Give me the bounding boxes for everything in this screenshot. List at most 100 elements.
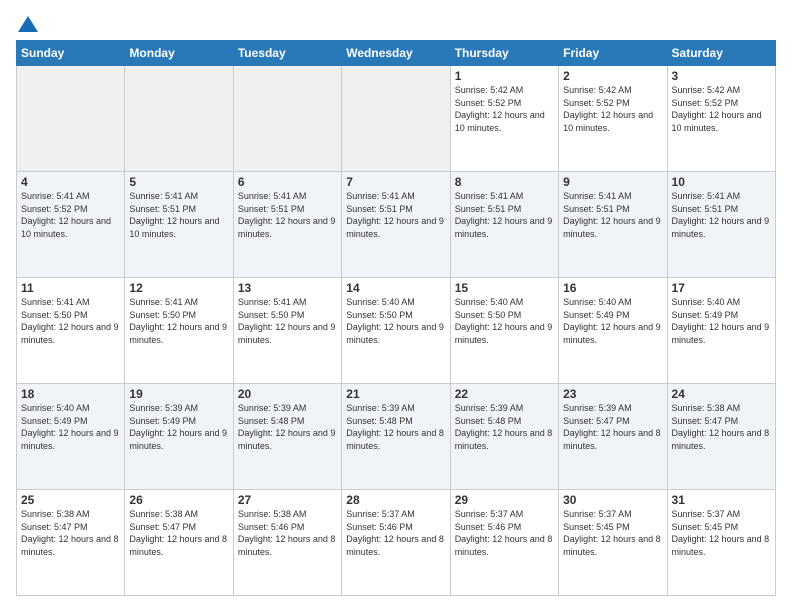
day-number: 30: [563, 493, 662, 507]
calendar-header-friday: Friday: [559, 41, 667, 66]
day-info: Sunrise: 5:40 AM Sunset: 5:49 PM Dayligh…: [21, 402, 120, 452]
day-number: 18: [21, 387, 120, 401]
day-number: 31: [672, 493, 771, 507]
calendar-table: SundayMondayTuesdayWednesdayThursdayFrid…: [16, 40, 776, 596]
day-info: Sunrise: 5:37 AM Sunset: 5:45 PM Dayligh…: [563, 508, 662, 558]
header: [16, 16, 776, 30]
logo: [16, 16, 38, 30]
calendar-cell: 28Sunrise: 5:37 AM Sunset: 5:46 PM Dayli…: [342, 490, 450, 596]
day-info: Sunrise: 5:41 AM Sunset: 5:51 PM Dayligh…: [455, 190, 554, 240]
day-number: 12: [129, 281, 228, 295]
day-number: 7: [346, 175, 445, 189]
calendar-header-thursday: Thursday: [450, 41, 558, 66]
day-number: 26: [129, 493, 228, 507]
day-number: 13: [238, 281, 337, 295]
day-info: Sunrise: 5:41 AM Sunset: 5:52 PM Dayligh…: [21, 190, 120, 240]
calendar-cell: 21Sunrise: 5:39 AM Sunset: 5:48 PM Dayli…: [342, 384, 450, 490]
calendar-cell: 10Sunrise: 5:41 AM Sunset: 5:51 PM Dayli…: [667, 172, 775, 278]
day-number: 29: [455, 493, 554, 507]
calendar-week-row: 11Sunrise: 5:41 AM Sunset: 5:50 PM Dayli…: [17, 278, 776, 384]
day-info: Sunrise: 5:41 AM Sunset: 5:50 PM Dayligh…: [129, 296, 228, 346]
calendar-cell: [342, 66, 450, 172]
calendar-cell: 4Sunrise: 5:41 AM Sunset: 5:52 PM Daylig…: [17, 172, 125, 278]
day-number: 8: [455, 175, 554, 189]
calendar-cell: 11Sunrise: 5:41 AM Sunset: 5:50 PM Dayli…: [17, 278, 125, 384]
day-info: Sunrise: 5:42 AM Sunset: 5:52 PM Dayligh…: [563, 84, 662, 134]
day-info: Sunrise: 5:41 AM Sunset: 5:50 PM Dayligh…: [21, 296, 120, 346]
calendar-cell: 20Sunrise: 5:39 AM Sunset: 5:48 PM Dayli…: [233, 384, 341, 490]
calendar-header-row: SundayMondayTuesdayWednesdayThursdayFrid…: [17, 41, 776, 66]
day-info: Sunrise: 5:42 AM Sunset: 5:52 PM Dayligh…: [672, 84, 771, 134]
day-info: Sunrise: 5:41 AM Sunset: 5:51 PM Dayligh…: [129, 190, 228, 240]
day-info: Sunrise: 5:40 AM Sunset: 5:50 PM Dayligh…: [346, 296, 445, 346]
calendar-cell: 1Sunrise: 5:42 AM Sunset: 5:52 PM Daylig…: [450, 66, 558, 172]
day-number: 6: [238, 175, 337, 189]
day-number: 10: [672, 175, 771, 189]
day-info: Sunrise: 5:39 AM Sunset: 5:48 PM Dayligh…: [346, 402, 445, 452]
calendar-header-sunday: Sunday: [17, 41, 125, 66]
calendar-cell: 23Sunrise: 5:39 AM Sunset: 5:47 PM Dayli…: [559, 384, 667, 490]
calendar-cell: 5Sunrise: 5:41 AM Sunset: 5:51 PM Daylig…: [125, 172, 233, 278]
day-number: 28: [346, 493, 445, 507]
day-info: Sunrise: 5:37 AM Sunset: 5:46 PM Dayligh…: [455, 508, 554, 558]
calendar-cell: [17, 66, 125, 172]
calendar-cell: 31Sunrise: 5:37 AM Sunset: 5:45 PM Dayli…: [667, 490, 775, 596]
calendar-cell: 18Sunrise: 5:40 AM Sunset: 5:49 PM Dayli…: [17, 384, 125, 490]
calendar-cell: 9Sunrise: 5:41 AM Sunset: 5:51 PM Daylig…: [559, 172, 667, 278]
day-info: Sunrise: 5:41 AM Sunset: 5:51 PM Dayligh…: [563, 190, 662, 240]
calendar-week-row: 4Sunrise: 5:41 AM Sunset: 5:52 PM Daylig…: [17, 172, 776, 278]
calendar-cell: 19Sunrise: 5:39 AM Sunset: 5:49 PM Dayli…: [125, 384, 233, 490]
day-number: 21: [346, 387, 445, 401]
calendar-cell: 25Sunrise: 5:38 AM Sunset: 5:47 PM Dayli…: [17, 490, 125, 596]
day-number: 1: [455, 69, 554, 83]
calendar-cell: 8Sunrise: 5:41 AM Sunset: 5:51 PM Daylig…: [450, 172, 558, 278]
day-number: 3: [672, 69, 771, 83]
day-info: Sunrise: 5:40 AM Sunset: 5:49 PM Dayligh…: [563, 296, 662, 346]
day-number: 5: [129, 175, 228, 189]
day-number: 15: [455, 281, 554, 295]
calendar-cell: 29Sunrise: 5:37 AM Sunset: 5:46 PM Dayli…: [450, 490, 558, 596]
calendar-cell: 15Sunrise: 5:40 AM Sunset: 5:50 PM Dayli…: [450, 278, 558, 384]
calendar-cell: 14Sunrise: 5:40 AM Sunset: 5:50 PM Dayli…: [342, 278, 450, 384]
calendar-header-monday: Monday: [125, 41, 233, 66]
day-number: 11: [21, 281, 120, 295]
calendar-cell: 16Sunrise: 5:40 AM Sunset: 5:49 PM Dayli…: [559, 278, 667, 384]
calendar-cell: 17Sunrise: 5:40 AM Sunset: 5:49 PM Dayli…: [667, 278, 775, 384]
calendar-cell: 7Sunrise: 5:41 AM Sunset: 5:51 PM Daylig…: [342, 172, 450, 278]
day-info: Sunrise: 5:39 AM Sunset: 5:47 PM Dayligh…: [563, 402, 662, 452]
day-info: Sunrise: 5:40 AM Sunset: 5:50 PM Dayligh…: [455, 296, 554, 346]
day-info: Sunrise: 5:39 AM Sunset: 5:48 PM Dayligh…: [455, 402, 554, 452]
day-number: 23: [563, 387, 662, 401]
day-info: Sunrise: 5:38 AM Sunset: 5:47 PM Dayligh…: [129, 508, 228, 558]
calendar-cell: 24Sunrise: 5:38 AM Sunset: 5:47 PM Dayli…: [667, 384, 775, 490]
page: SundayMondayTuesdayWednesdayThursdayFrid…: [0, 0, 792, 612]
day-info: Sunrise: 5:38 AM Sunset: 5:47 PM Dayligh…: [21, 508, 120, 558]
day-info: Sunrise: 5:37 AM Sunset: 5:45 PM Dayligh…: [672, 508, 771, 558]
day-info: Sunrise: 5:41 AM Sunset: 5:50 PM Dayligh…: [238, 296, 337, 346]
day-info: Sunrise: 5:41 AM Sunset: 5:51 PM Dayligh…: [238, 190, 337, 240]
calendar-header-tuesday: Tuesday: [233, 41, 341, 66]
day-number: 20: [238, 387, 337, 401]
day-number: 16: [563, 281, 662, 295]
day-info: Sunrise: 5:41 AM Sunset: 5:51 PM Dayligh…: [672, 190, 771, 240]
calendar-cell: 3Sunrise: 5:42 AM Sunset: 5:52 PM Daylig…: [667, 66, 775, 172]
logo-text: [16, 16, 38, 34]
day-info: Sunrise: 5:39 AM Sunset: 5:48 PM Dayligh…: [238, 402, 337, 452]
logo-triangle-icon: [18, 16, 38, 32]
day-number: 2: [563, 69, 662, 83]
day-number: 17: [672, 281, 771, 295]
calendar-cell: 30Sunrise: 5:37 AM Sunset: 5:45 PM Dayli…: [559, 490, 667, 596]
day-number: 24: [672, 387, 771, 401]
day-info: Sunrise: 5:38 AM Sunset: 5:47 PM Dayligh…: [672, 402, 771, 452]
day-number: 25: [21, 493, 120, 507]
day-info: Sunrise: 5:39 AM Sunset: 5:49 PM Dayligh…: [129, 402, 228, 452]
calendar-header-saturday: Saturday: [667, 41, 775, 66]
calendar-cell: 2Sunrise: 5:42 AM Sunset: 5:52 PM Daylig…: [559, 66, 667, 172]
calendar-cell: 27Sunrise: 5:38 AM Sunset: 5:46 PM Dayli…: [233, 490, 341, 596]
calendar-cell: 6Sunrise: 5:41 AM Sunset: 5:51 PM Daylig…: [233, 172, 341, 278]
day-number: 9: [563, 175, 662, 189]
day-number: 27: [238, 493, 337, 507]
calendar-cell: 12Sunrise: 5:41 AM Sunset: 5:50 PM Dayli…: [125, 278, 233, 384]
day-info: Sunrise: 5:38 AM Sunset: 5:46 PM Dayligh…: [238, 508, 337, 558]
calendar-cell: 22Sunrise: 5:39 AM Sunset: 5:48 PM Dayli…: [450, 384, 558, 490]
